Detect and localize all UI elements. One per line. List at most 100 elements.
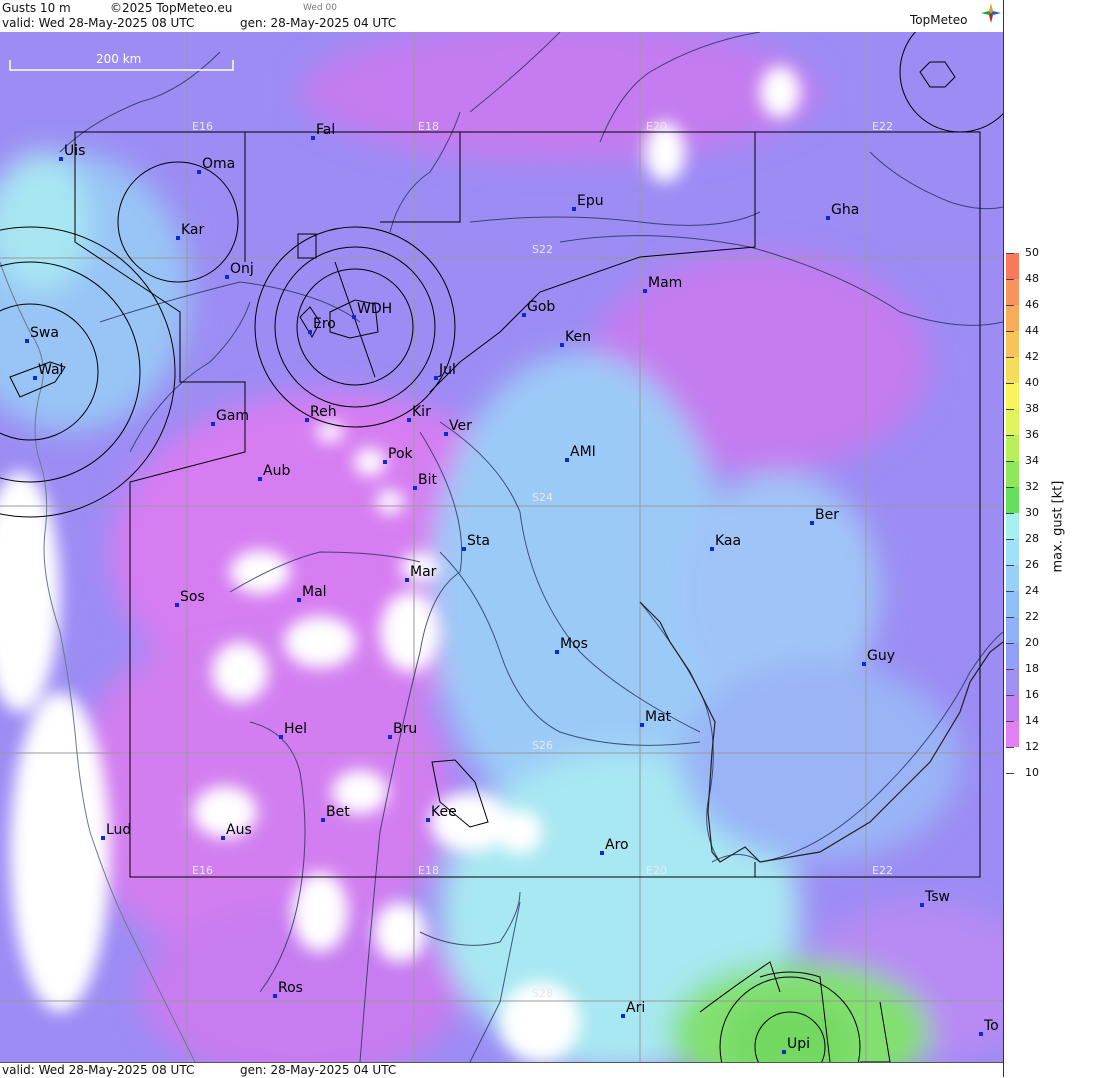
legend-label: 10 xyxy=(1025,766,1039,779)
legend-label: 14 xyxy=(1025,714,1039,727)
place-label-lud: Lud xyxy=(106,822,132,838)
place-label-bit: Bit xyxy=(418,472,437,488)
place-label-jul: Jul xyxy=(439,362,456,378)
place-label-mam: Mam xyxy=(648,275,683,291)
place-label-aus: Aus xyxy=(226,822,252,838)
place-label-aro: Aro xyxy=(605,837,629,853)
legend-tick xyxy=(1006,461,1014,462)
place-label-hel: Hel xyxy=(284,721,308,737)
place-marker-guy xyxy=(862,662,866,666)
legend-title: max. gust [kt] xyxy=(1050,480,1066,573)
place-marker-mat xyxy=(640,723,644,727)
place-label-bet: Bet xyxy=(326,804,350,820)
place-marker-hel xyxy=(279,735,283,739)
place-label-fal: Fal xyxy=(316,122,336,138)
legend-tick xyxy=(1006,539,1014,540)
place-label-swa: Swa xyxy=(30,325,59,341)
lon-label-e16-top: E16 xyxy=(192,120,213,133)
place-marker-jul xyxy=(434,376,438,380)
lat-label-s22: S22 xyxy=(532,243,553,256)
legend-label: 46 xyxy=(1025,298,1039,311)
legend-label: 12 xyxy=(1025,740,1039,753)
generated-time: gen: 28-May-2025 04 UTC xyxy=(240,16,397,30)
place-label-wal: Wal xyxy=(38,362,64,378)
place-label-ber: Ber xyxy=(815,507,839,523)
place-marker-kar xyxy=(176,236,180,240)
legend-label: 44 xyxy=(1025,324,1039,337)
place-label-ero: Ero xyxy=(313,316,336,332)
place-label-epu: Epu xyxy=(577,193,604,209)
gust-map[interactable]: 200 km E16 E18 E20 E22 E16 E18 E20 E22 S… xyxy=(0,32,1003,1062)
place-marker-uis xyxy=(59,157,63,161)
place-marker-wdh xyxy=(352,315,356,319)
place-marker-kir xyxy=(407,418,411,422)
legend-label: 34 xyxy=(1025,454,1039,467)
place-label-mal: Mal xyxy=(302,584,327,600)
place-marker-reh xyxy=(305,418,309,422)
place-label-mar: Mar xyxy=(410,564,437,580)
place-marker-gam xyxy=(211,422,215,426)
place-marker-upi xyxy=(782,1050,786,1054)
legend-swatch xyxy=(1006,591,1019,617)
place-marker-lud xyxy=(101,836,105,840)
place-marker-ami xyxy=(565,458,569,462)
legend-swatch xyxy=(1006,279,1019,305)
place-marker-gob xyxy=(522,313,526,317)
legend-label: 42 xyxy=(1025,350,1039,363)
place-marker-ros xyxy=(273,994,277,998)
place-label-onj: Onj xyxy=(230,261,254,277)
footer-generated-time: gen: 28-May-2025 04 UTC xyxy=(240,1063,397,1077)
legend-swatch xyxy=(1006,695,1019,721)
place-label-upi: Upi xyxy=(787,1036,811,1052)
place-marker-gha xyxy=(826,216,830,220)
legend-label: 24 xyxy=(1025,584,1039,597)
lon-label-e16-bottom: E16 xyxy=(192,864,213,877)
place-marker-aub xyxy=(258,477,262,481)
place-label-guy: Guy xyxy=(867,648,896,664)
legend-swatch xyxy=(1006,357,1019,383)
place-label-sos: Sos xyxy=(180,589,205,605)
place-label-gha: Gha xyxy=(831,202,860,218)
copyright: ©2025 TopMeteo.eu xyxy=(110,1,233,15)
legend-swatch xyxy=(1006,669,1019,695)
legend-tick xyxy=(1006,591,1014,592)
place-marker-ber xyxy=(810,521,814,525)
place-marker-ari xyxy=(621,1014,625,1018)
place-marker-wal xyxy=(33,376,37,380)
place-label-ami: AMI xyxy=(570,444,596,460)
legend-swatch xyxy=(1006,565,1019,591)
legend-tick xyxy=(1006,487,1014,488)
legend-tick xyxy=(1006,513,1014,514)
place-marker-mal xyxy=(297,598,301,602)
legend-swatch xyxy=(1006,617,1019,643)
place-marker-mar xyxy=(405,578,409,582)
legend-swatch xyxy=(1006,513,1019,539)
place-label-reh: Reh xyxy=(310,404,337,420)
place-label-wdh: WDH xyxy=(357,301,393,317)
legend-tick xyxy=(1006,695,1014,696)
legend-label: 40 xyxy=(1025,376,1039,389)
legend-label: 26 xyxy=(1025,558,1039,571)
header: Gusts 10 m ©2025 TopMeteo.eu Wed 00 vali… xyxy=(0,0,1003,32)
legend-tick xyxy=(1006,331,1014,332)
place-label-aub: Aub xyxy=(263,463,291,479)
place-label-tsw: Tsw xyxy=(925,889,950,905)
legend-label: 20 xyxy=(1025,636,1039,649)
place-label-mos: Mos xyxy=(560,636,588,652)
product-title: Gusts 10 m xyxy=(2,1,71,15)
lon-label-e22-top: E22 xyxy=(872,120,893,133)
place-marker-ero xyxy=(308,330,312,334)
place-label-ken: Ken xyxy=(565,329,591,345)
place-marker-kaa xyxy=(710,547,714,551)
place-marker-bru xyxy=(388,735,392,739)
place-marker-ken xyxy=(560,343,564,347)
lat-label-s28: S28 xyxy=(532,987,553,1000)
place-marker-onj xyxy=(225,275,229,279)
place-marker-swa xyxy=(25,339,29,343)
place-label-oma: Oma xyxy=(202,156,236,172)
day-tag: Wed 00 xyxy=(303,3,337,13)
place-marker-oma xyxy=(197,170,201,174)
place-marker-fal xyxy=(311,136,315,140)
legend-swatch xyxy=(1006,331,1019,357)
legend-tick xyxy=(1006,565,1014,566)
